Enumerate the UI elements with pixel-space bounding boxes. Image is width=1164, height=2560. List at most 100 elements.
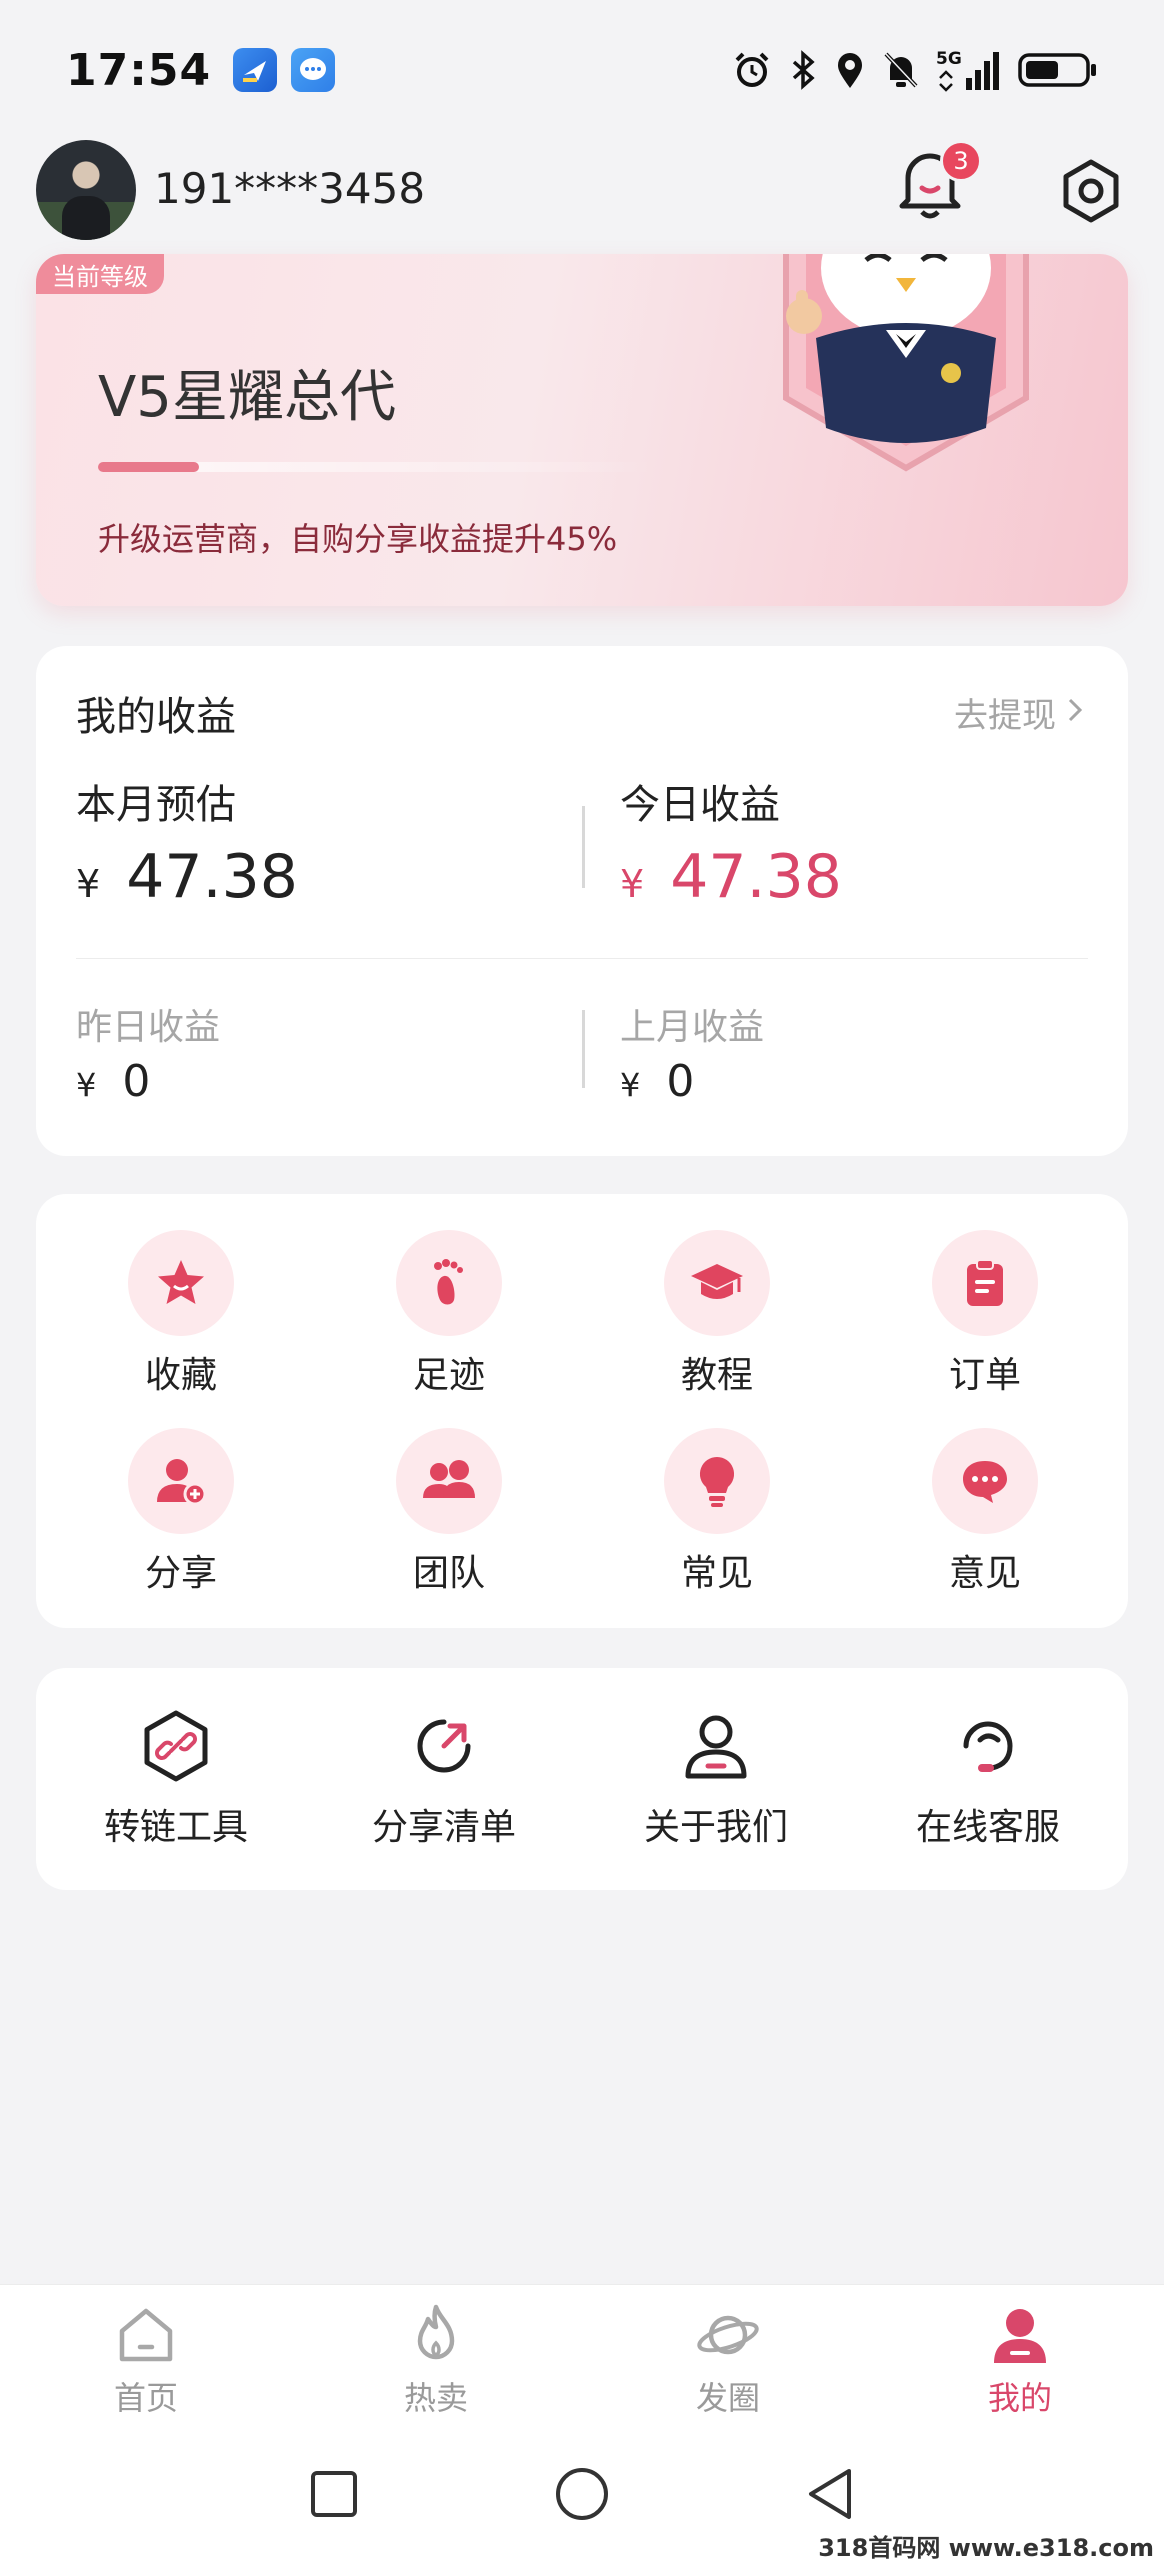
today-earnings-value: ¥ 47.38 [620, 842, 842, 912]
graduation-cap-icon [664, 1230, 770, 1336]
star-icon [128, 1230, 234, 1336]
grid-item-team[interactable]: 团队 [364, 1428, 534, 1596]
grid-item-tutorial[interactable]: 教程 [632, 1230, 802, 1398]
settings-icon[interactable] [1058, 158, 1124, 224]
person-icon [676, 1706, 756, 1786]
nav-label: 首页 [113, 2379, 178, 2417]
today-earnings-amount: 47.38 [670, 842, 842, 912]
yesterday-earnings-label: 昨日收益 [76, 1007, 221, 1048]
tool-about-us[interactable]: 关于我们 [606, 1706, 826, 1850]
grid-item-label: 团队 [412, 1553, 485, 1594]
watermark: 318首码网 www.e318.com [818, 2534, 1154, 2560]
month-estimate-label: 本月预估 [76, 782, 236, 828]
home-circle-icon[interactable] [552, 2464, 612, 2524]
tools-card: 转链工具 分享清单 关于我们 在线客服 [36, 1668, 1128, 1890]
avatar[interactable] [36, 140, 136, 240]
chat-bubble-icon [932, 1428, 1038, 1534]
level-name: V5星耀总代 [98, 365, 396, 430]
tool-link-converter[interactable]: 转链工具 [66, 1706, 286, 1850]
mute-icon [882, 50, 920, 90]
footprint-icon [396, 1230, 502, 1336]
team-icon [396, 1428, 502, 1534]
tool-label: 在线客服 [915, 1807, 1060, 1848]
grid-item-feedback[interactable]: 意见 [900, 1428, 1070, 1596]
grid-item-label: 足迹 [412, 1355, 485, 1396]
last-month-earnings-amount: 0 [666, 1056, 695, 1107]
nav-label: 我的 [987, 2379, 1052, 2417]
mascot-illustration [746, 254, 1066, 498]
last-month-earnings-value: ¥ 0 [620, 1056, 694, 1107]
nav-hot-sale[interactable]: 热卖 [356, 2301, 516, 2419]
home-icon [112, 2301, 180, 2369]
grid-item-label: 意见 [948, 1553, 1021, 1594]
grid-item-favorites[interactable]: 收藏 [96, 1230, 266, 1398]
nav-mine[interactable]: 我的 [940, 2301, 1100, 2419]
recent-apps-icon[interactable] [304, 2464, 364, 2524]
grid-item-footprints[interactable]: 足迹 [364, 1230, 534, 1398]
battery-icon [1018, 50, 1098, 90]
tool-label: 分享清单 [371, 1807, 516, 1848]
grid-item-orders[interactable]: 订单 [900, 1230, 1070, 1398]
planet-icon [694, 2301, 762, 2369]
tool-share-list[interactable]: 分享清单 [334, 1706, 554, 1850]
headset-icon [948, 1706, 1028, 1786]
location-icon [834, 50, 866, 90]
earnings-card: 我的收益 去提现 本月预估 ¥ 47.38 今日收益 ¥ 47.38 昨日收益 … [36, 646, 1128, 1156]
divider [76, 958, 1088, 959]
last-month-earnings-label: 上月收益 [620, 1007, 765, 1048]
nav-moments[interactable]: 发圈 [648, 2301, 808, 2419]
level-progress-fill [98, 462, 199, 472]
alarm-icon [732, 50, 772, 90]
svg-text:5G: 5G [936, 49, 962, 69]
currency-symbol: ¥ [76, 862, 101, 906]
link-icon [136, 1706, 216, 1786]
month-estimate-value: ¥ 47.38 [76, 842, 298, 912]
grid-item-label: 分享 [144, 1553, 217, 1594]
profile-icon [986, 2301, 1054, 2369]
grid-item-label: 收藏 [144, 1355, 217, 1396]
withdraw-label: 去提现 [954, 696, 1056, 736]
status-bar: 17:54 5G [0, 0, 1164, 140]
level-tag: 当前等级 [36, 254, 164, 294]
nav-label: 热卖 [403, 2379, 468, 2417]
currency-symbol: ¥ [76, 1066, 97, 1104]
bluetooth-icon [788, 50, 818, 90]
grid-item-share[interactable]: 分享 [96, 1428, 266, 1596]
back-icon[interactable] [800, 2464, 860, 2524]
share-list-icon [404, 1706, 484, 1786]
divider [582, 806, 585, 888]
tool-online-service[interactable]: 在线客服 [878, 1706, 1098, 1850]
nav-home[interactable]: 首页 [66, 2301, 226, 2419]
profile-header: 191****3458 3 [0, 140, 1164, 250]
bottom-nav: 首页 热卖 发圈 我的 [0, 2284, 1164, 2434]
chevron-right-icon [1066, 693, 1084, 733]
yesterday-earnings-amount: 0 [122, 1056, 151, 1107]
currency-symbol: ¥ [620, 1066, 641, 1104]
currency-symbol: ¥ [620, 862, 645, 906]
upgrade-hint: 升级运营商，自购分享收益提升45% [98, 520, 618, 558]
user-add-icon [128, 1428, 234, 1534]
tool-label: 关于我们 [643, 1807, 788, 1848]
today-earnings-label: 今日收益 [620, 782, 780, 828]
message-app-icon [291, 48, 336, 92]
feature-grid: 收藏 足迹 教程 订单 分享 团队 常见 意见 [36, 1194, 1128, 1628]
grid-item-faq[interactable]: 常见 [632, 1428, 802, 1596]
withdraw-link[interactable]: 去提现 [954, 688, 1084, 737]
grid-item-label: 常见 [680, 1553, 753, 1594]
earnings-title: 我的收益 [76, 694, 236, 740]
yesterday-earnings-value: ¥ 0 [76, 1056, 150, 1107]
clipboard-icon [932, 1230, 1038, 1336]
signal-5g-icon: 5G [936, 48, 1002, 92]
level-progress-bar [98, 462, 658, 472]
month-estimate-amount: 47.38 [126, 842, 298, 912]
app-notification-icon [233, 48, 278, 92]
status-time: 17:54 [66, 44, 212, 96]
tool-label: 转链工具 [103, 1807, 248, 1848]
nav-label: 发圈 [695, 2379, 760, 2417]
fire-icon [402, 2301, 470, 2369]
level-card[interactable]: 当前等级 V5星耀总代 升级运营商，自购分享收益提升45% [36, 254, 1128, 606]
lightbulb-icon [664, 1428, 770, 1534]
user-phone: 191****3458 [154, 164, 426, 213]
grid-item-label: 订单 [948, 1355, 1021, 1396]
notification-badge: 3 [940, 140, 982, 182]
